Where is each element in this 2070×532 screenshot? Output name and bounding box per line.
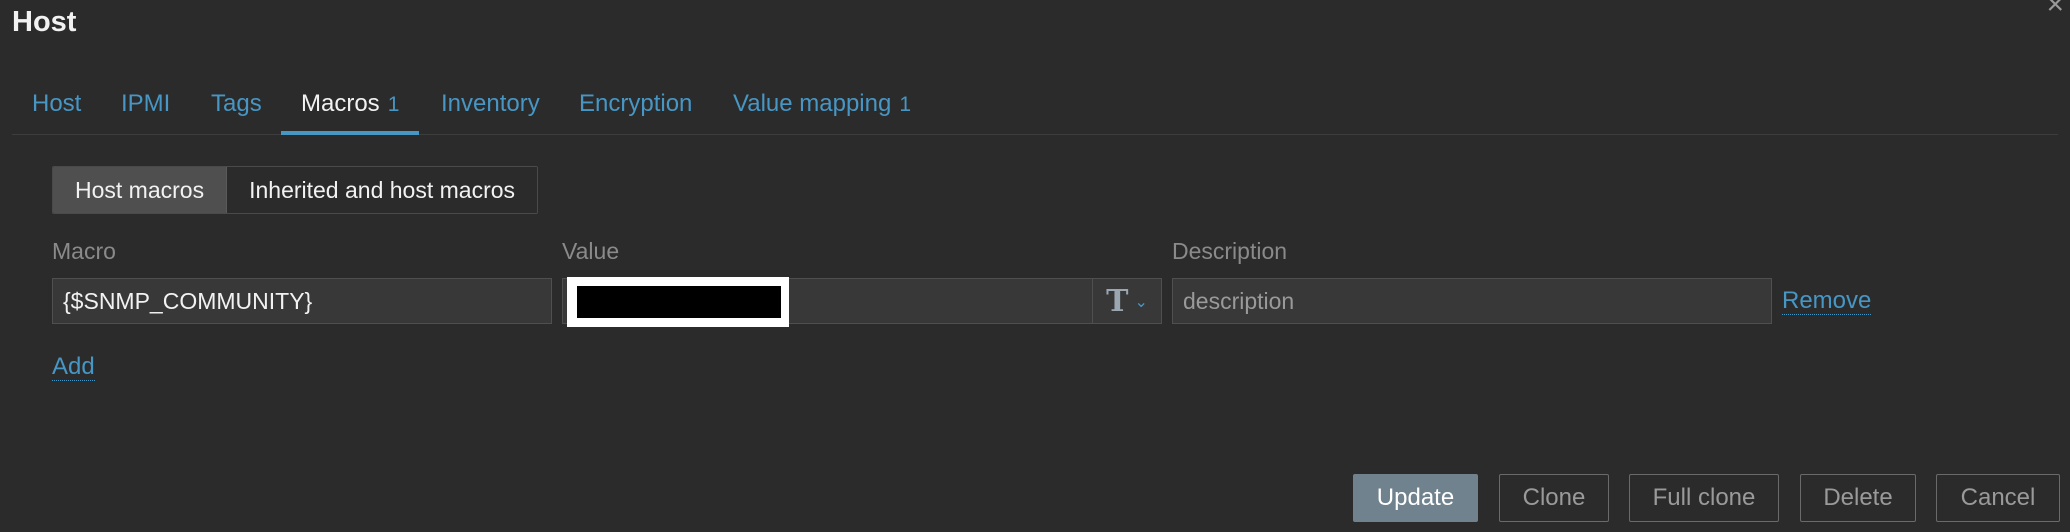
macro-name-input[interactable]: {$SNMP_COMMUNITY} (52, 278, 552, 324)
tab-ipmi[interactable]: IPMI (121, 82, 170, 134)
remove-macro-link[interactable]: Remove (1782, 288, 1872, 315)
tab-label: Encryption (579, 90, 693, 117)
redaction-bar (577, 286, 781, 318)
host-macros-toggle[interactable]: Host macros (53, 167, 228, 213)
tab-count-badge: 1 (387, 93, 400, 116)
description-column-label: Description (1172, 238, 1288, 264)
value-type-dropdown[interactable]: T ⌄ (1092, 279, 1161, 323)
tab-bar: Host IPMI Tags Macros 1 Inventory Encrypt… (12, 82, 2058, 135)
tab-tags[interactable]: Tags (211, 82, 262, 134)
tab-label: Host (32, 90, 82, 117)
add-macro-link[interactable]: Add (52, 354, 95, 381)
chevron-down-icon: ⌄ (1134, 294, 1148, 311)
tab-macros[interactable]: Macros 1 (280, 82, 420, 135)
tab-label: Inventory (441, 90, 540, 117)
tab-label: Macros (301, 90, 380, 117)
full-clone-button[interactable]: Full clone (1629, 474, 1779, 522)
tab-label: Tags (211, 90, 262, 117)
tab-encryption[interactable]: Encryption (579, 82, 692, 134)
host-dialog: Host × Host IPMI Tags Macros 1 Inventory … (0, 0, 2070, 532)
macro-view-toggle: Host macros Inherited and host macros (52, 166, 539, 214)
macro-column-label: Macro (52, 238, 116, 264)
inherited-macros-toggle[interactable]: Inherited and host macros (227, 167, 538, 213)
macro-value-input[interactable]: T ⌄ (562, 277, 1162, 327)
close-icon[interactable]: × (2046, 0, 2064, 22)
tab-inventory[interactable]: Inventory (441, 82, 540, 134)
tab-label: IPMI (121, 90, 171, 117)
dialog-title: Host (12, 6, 77, 38)
cancel-button[interactable]: Cancel (1936, 474, 2060, 522)
tab-value-mapping[interactable]: Value mapping 1 (733, 82, 911, 134)
clone-button[interactable]: Clone (1499, 474, 1609, 522)
value-column-label: Value (562, 238, 620, 264)
update-button[interactable]: Update (1353, 474, 1478, 522)
macro-description-input[interactable]: description (1172, 278, 1772, 324)
delete-button[interactable]: Delete (1800, 474, 1916, 522)
text-type-icon: T (1106, 283, 1129, 319)
redacted-value (567, 277, 789, 327)
tab-label: Value mapping (733, 90, 892, 117)
tab-count-badge: 1 (899, 93, 912, 116)
tab-host[interactable]: Host (32, 82, 81, 134)
